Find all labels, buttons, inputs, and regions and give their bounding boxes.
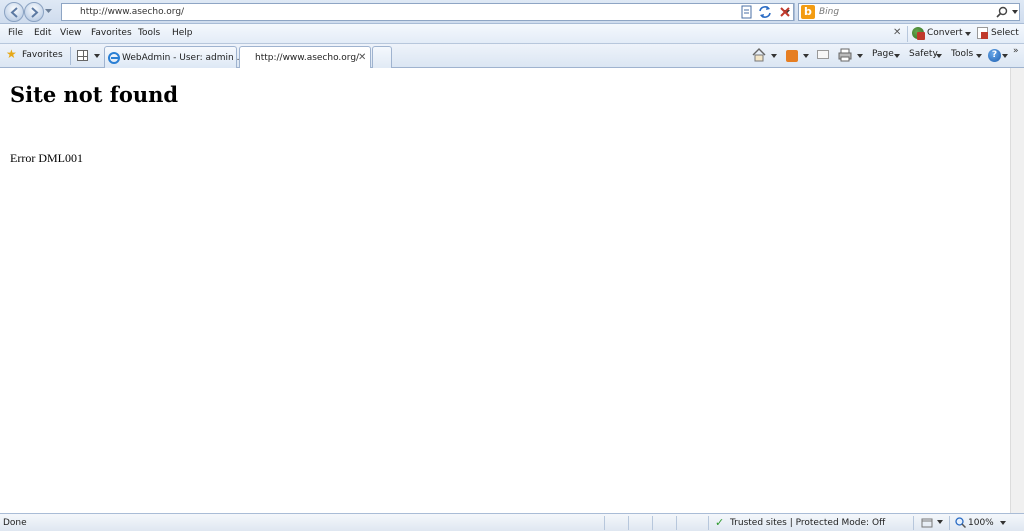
stop-icon[interactable] xyxy=(777,4,793,20)
status-divider xyxy=(628,516,629,530)
toolbar-overflow-icon[interactable]: » xyxy=(1013,46,1019,56)
quick-tabs-icon xyxy=(77,50,88,61)
status-bar: Done ✓ Trusted sites | Protected Mode: O… xyxy=(0,513,1024,531)
close-toolbar-icon[interactable]: ✕ xyxy=(893,27,901,38)
tab-label: http://www.asecho.org/ xyxy=(255,53,360,63)
menu-bar: File Edit View Favorites Tools Help ✕ Co… xyxy=(0,24,1024,44)
menu-file[interactable]: File xyxy=(8,28,23,38)
feeds-dropdown-icon[interactable] xyxy=(803,54,809,58)
pdf-icon xyxy=(917,32,925,40)
address-input[interactable]: http://www.asecho.org/ xyxy=(61,3,794,21)
status-divider xyxy=(913,516,914,530)
recent-pages-dropdown-icon[interactable] xyxy=(45,9,52,13)
tab-webadmin[interactable]: WebAdmin - User: admin ... xyxy=(104,46,245,68)
status-divider xyxy=(604,516,605,530)
select-pdf-icon xyxy=(981,32,988,39)
tab-label: WebAdmin - User: admin ... xyxy=(122,53,246,63)
forward-arrow-icon xyxy=(31,7,39,18)
menu-tools[interactable]: Tools xyxy=(138,28,160,38)
tab-list-dropdown-icon[interactable] xyxy=(94,54,100,58)
vertical-scrollbar[interactable] xyxy=(1010,68,1024,513)
tools-dropdown-icon[interactable] xyxy=(976,54,982,58)
tab-divider xyxy=(70,47,71,65)
back-arrow-icon xyxy=(10,7,18,18)
feeds-icon[interactable] xyxy=(786,50,798,62)
safety-menu-button[interactable]: Safety xyxy=(909,49,938,59)
menu-favorites[interactable]: Favorites xyxy=(91,28,132,38)
toolbar-divider xyxy=(794,3,795,21)
checkmark-icon: ✓ xyxy=(715,516,725,529)
home-dropdown-icon[interactable] xyxy=(771,54,777,58)
compatibility-view-icon[interactable] xyxy=(739,4,755,20)
status-text: Done xyxy=(3,518,27,528)
zoom-dropdown-icon[interactable] xyxy=(1000,521,1006,525)
safety-dropdown-icon[interactable] xyxy=(936,54,942,58)
convert-label: Convert xyxy=(927,28,963,38)
star-icon: ★ xyxy=(6,47,17,61)
print-icon[interactable] xyxy=(838,48,852,62)
print-dropdown-icon[interactable] xyxy=(857,54,863,58)
page-menu-button[interactable]: Page xyxy=(872,49,894,59)
zoom-icon xyxy=(955,517,966,528)
menu-divider xyxy=(907,26,908,42)
search-input[interactable]: b Bing xyxy=(798,3,1020,21)
help-dropdown-icon[interactable] xyxy=(1002,54,1008,58)
ie-page-icon xyxy=(108,52,120,64)
menu-help[interactable]: Help xyxy=(172,28,193,38)
address-url[interactable]: http://www.asecho.org/ xyxy=(80,7,184,17)
close-tab-icon[interactable]: ✕ xyxy=(358,52,366,63)
select-label: Select xyxy=(991,28,1019,38)
page-title: Site not found xyxy=(10,82,179,107)
status-divider xyxy=(708,516,709,530)
favorites-label: Favorites xyxy=(22,50,63,60)
tools-menu-button[interactable]: Tools xyxy=(951,49,973,59)
page-dropdown-icon[interactable] xyxy=(894,54,900,58)
zoom-level: 100% xyxy=(968,518,994,528)
security-zone-label: Trusted sites | Protected Mode: Off xyxy=(730,518,886,528)
page-content: Site not found Error DML001 xyxy=(0,68,1010,513)
convert-dropdown-icon[interactable] xyxy=(965,32,971,36)
search-icon[interactable] xyxy=(996,6,1008,18)
forward-button[interactable] xyxy=(24,2,44,22)
status-divider xyxy=(676,516,677,530)
search-placeholder: Bing xyxy=(819,7,840,17)
refresh-icon[interactable] xyxy=(757,4,773,20)
status-divider xyxy=(652,516,653,530)
address-toolbar: http://www.asecho.org/ b Bing xyxy=(0,0,1024,24)
mail-icon[interactable] xyxy=(817,50,829,59)
bing-logo-icon: b xyxy=(801,5,815,19)
tab-bar: ★ Favorites WebAdmin - User: admin ... h… xyxy=(0,44,1024,69)
back-button[interactable] xyxy=(4,2,24,22)
error-message: Error DML001 xyxy=(10,151,83,165)
quick-tabs-button[interactable] xyxy=(75,48,103,64)
popup-blocker-icon[interactable] xyxy=(921,517,933,528)
new-tab-button[interactable] xyxy=(372,46,392,68)
menu-view[interactable]: View xyxy=(60,28,81,38)
tab-asecho[interactable]: http://www.asecho.org/ ✕ xyxy=(239,46,371,69)
home-icon[interactable] xyxy=(752,48,766,62)
menu-edit[interactable]: Edit xyxy=(34,28,51,38)
search-options-dropdown-icon[interactable] xyxy=(1012,10,1018,14)
status-divider xyxy=(949,516,950,530)
popup-dropdown-icon[interactable] xyxy=(937,520,943,524)
help-icon[interactable]: ? xyxy=(988,49,1001,62)
